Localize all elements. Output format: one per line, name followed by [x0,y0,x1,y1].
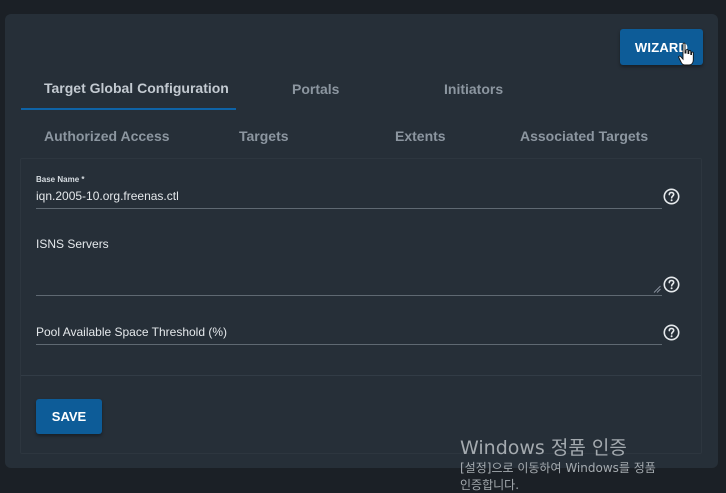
actions-divider [21,375,701,376]
hand-pointer-icon [678,42,694,66]
help-circle-icon[interactable] [663,324,680,341]
activation-watermark-text: [설정]으로 이동하여 Windows를 정품 [460,461,656,475]
isns-servers-label: ISNS Servers [36,237,109,251]
base-name-input[interactable]: iqn.2005-10.org.freenas.ctl [36,189,179,203]
activation-watermark-text-2: 인증합니다. [460,478,520,492]
isns-servers-textarea[interactable] [36,258,656,294]
base-name-underline [36,208,662,209]
activation-watermark-title: Windows 정품 인증 [460,437,627,459]
pool-threshold-input[interactable] [36,325,656,341]
isns-servers-underline [36,295,662,296]
help-circle-icon[interactable] [663,188,680,205]
tab-target-global-configuration[interactable]: Target Global Configuration [44,80,229,96]
tab-associated-targets[interactable]: Associated Targets [520,128,648,144]
save-button[interactable]: SAVE [36,399,102,434]
tab-targets[interactable]: Targets [239,128,289,144]
base-name-label: Base Name * [36,175,85,184]
tab-portals[interactable]: Portals [292,81,339,97]
tab-authorized-access[interactable]: Authorized Access [44,128,170,144]
resize-grip-icon[interactable] [653,285,661,293]
tab-initiators[interactable]: Initiators [444,81,503,97]
active-tab-indicator [21,108,236,110]
help-circle-icon[interactable] [663,276,680,293]
tab-extents[interactable]: Extents [395,128,446,144]
pool-threshold-underline [36,344,662,345]
